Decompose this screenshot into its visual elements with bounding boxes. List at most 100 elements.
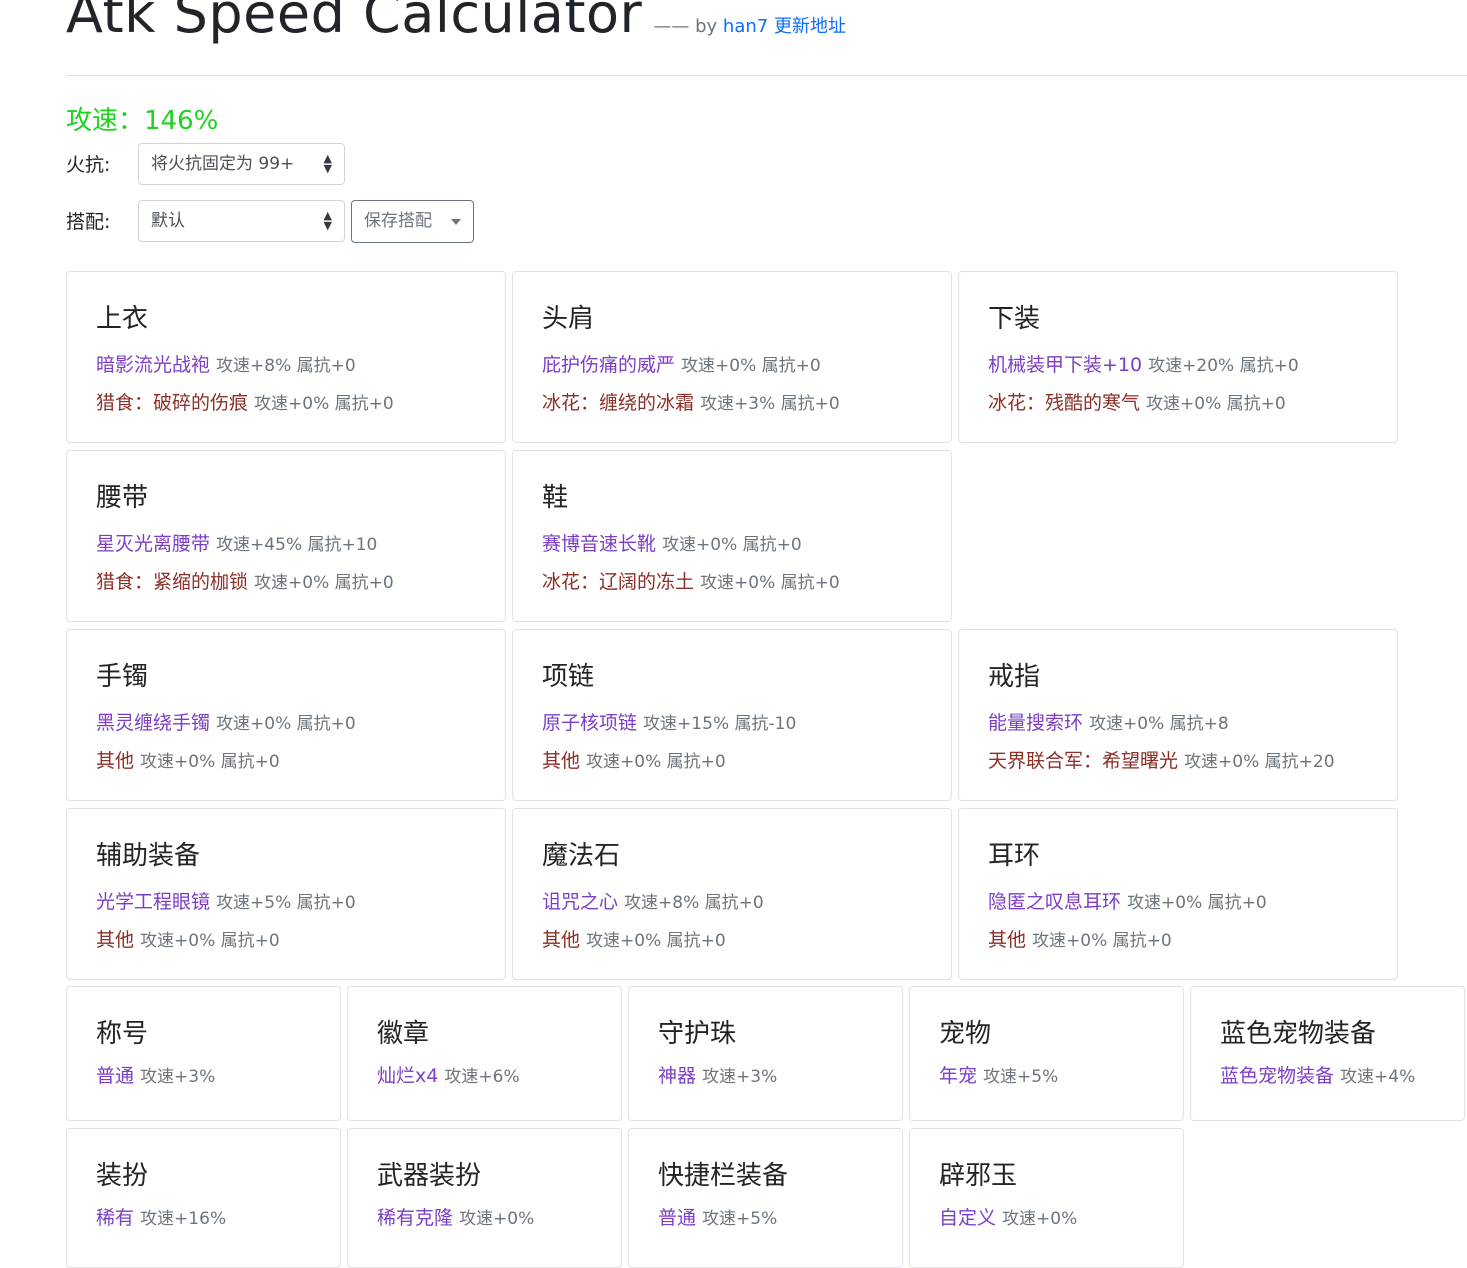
equip-line-2[interactable]: 其他 攻速+0% 属抗+0: [542, 922, 951, 960]
item-stat: 攻速+3% 属抗+0: [700, 394, 840, 414]
item-stat: 攻速+0% 属抗+0: [254, 394, 394, 414]
equip-line-1[interactable]: 年宠 攻速+5%: [939, 1058, 1183, 1096]
card-title: 耳环: [988, 841, 1041, 871]
equip-line-1[interactable]: 神器 攻速+3%: [658, 1058, 902, 1096]
item-stat: 攻速+0% 属抗+0: [1146, 394, 1286, 414]
divider: [66, 75, 1467, 76]
equip-card-ring[interactable]: 戒指 能量搜索环 攻速+0% 属抗+8 天界联合军：希望曙光 攻速+0% 属抗+…: [958, 629, 1398, 801]
equip-line-2[interactable]: 其他 攻速+0% 属抗+0: [96, 922, 505, 960]
save-preset-button[interactable]: 保存搭配: [351, 200, 474, 243]
card-title: 辟邪玉: [939, 1161, 1018, 1191]
item-name: 蓝色宠物装备: [1220, 1065, 1335, 1087]
card-title: 辅助装备: [96, 841, 201, 871]
card-avatar[interactable]: 装扮 稀有 攻速+16%: [66, 1128, 341, 1268]
equip-line-1[interactable]: 普通 攻速+3%: [96, 1058, 340, 1096]
card-jade[interactable]: 辟邪玉 自定义 攻速+0%: [909, 1128, 1184, 1268]
card-blue-pet-equip[interactable]: 蓝色宠物装备 蓝色宠物装备 攻速+4%: [1190, 986, 1465, 1121]
card-title-rank[interactable]: 称号 普通 攻速+3%: [66, 986, 341, 1121]
item-name: 星灭光离腰带: [96, 533, 211, 555]
item-stat: 攻速+8% 属抗+0: [216, 356, 356, 376]
item-name: 冰花：辽阔的冻土: [542, 571, 695, 593]
equip-card-magic-stone[interactable]: 魔法石 诅咒之心 攻速+8% 属抗+0 其他 攻速+0% 属抗+0: [512, 808, 952, 980]
card-title: 鞋: [542, 483, 569, 513]
item-stat: 攻速+0% 属抗+0: [681, 356, 821, 376]
equip-line-1[interactable]: 赛博音速长靴 攻速+0% 属抗+0: [542, 526, 951, 564]
item-name: 猎食：破碎的伤痕: [96, 392, 249, 414]
equip-line-2[interactable]: 其他 攻速+0% 属抗+0: [96, 743, 505, 781]
card-badge[interactable]: 徽章 灿烂x4 攻速+6%: [347, 986, 622, 1121]
card-weapon-avatar[interactable]: 武器装扮 稀有克隆 攻速+0%: [347, 1128, 622, 1268]
card-title: 快捷栏装备: [658, 1161, 789, 1191]
equip-line-1[interactable]: 自定义 攻速+0%: [939, 1200, 1183, 1238]
item-name: 冰花：缠绕的冰霜: [542, 392, 695, 414]
equip-line-1[interactable]: 隐匿之叹息耳环 攻速+0% 属抗+0: [988, 884, 1397, 922]
item-stat: 攻速+0% 属抗+0: [586, 752, 726, 772]
item-stat: 攻速+0% 属抗+20: [1184, 752, 1335, 772]
equip-line-1[interactable]: 暗影流光战袍 攻速+8% 属抗+0: [96, 347, 505, 385]
equip-card-bracelet[interactable]: 手镯 黑灵缠绕手镯 攻速+0% 属抗+0 其他 攻速+0% 属抗+0: [66, 629, 506, 801]
item-name: 普通: [658, 1207, 697, 1229]
equip-card-bottom[interactable]: 下装 机械装甲下装+10 攻速+20% 属抗+0 冰花：残酷的寒气 攻速+0% …: [958, 271, 1398, 443]
equip-line-2[interactable]: 其他 攻速+0% 属抗+0: [542, 743, 951, 781]
equip-line-2[interactable]: 冰花：辽阔的冻土 攻速+0% 属抗+0: [542, 564, 951, 602]
item-stat: 攻速+5%: [702, 1209, 778, 1229]
item-name: 自定义: [939, 1207, 997, 1229]
item-name: 其他: [96, 929, 135, 951]
item-stat: 攻速+0%: [1002, 1209, 1078, 1229]
equip-line-2[interactable]: 天界联合军：希望曙光 攻速+0% 属抗+20: [988, 743, 1397, 781]
equip-line-1[interactable]: 黑灵缠绕手镯 攻速+0% 属抗+0: [96, 705, 505, 743]
item-name: 其他: [988, 929, 1027, 951]
equip-card-support[interactable]: 辅助装备 光学工程眼镜 攻速+5% 属抗+0 其他 攻速+0% 属抗+0: [66, 808, 506, 980]
item-stat: 攻速+5%: [983, 1067, 1059, 1087]
item-name: 稀有: [96, 1207, 135, 1229]
item-stat: 攻速+0% 属抗+0: [1032, 931, 1172, 951]
item-stat: 攻速+0% 属抗+8: [1089, 714, 1229, 734]
item-name: 光学工程眼镜: [96, 891, 211, 913]
equip-card-top[interactable]: 上衣 暗影流光战袍 攻速+8% 属抗+0 猎食：破碎的伤痕 攻速+0% 属抗+0: [66, 271, 506, 443]
item-name: 神器: [658, 1065, 697, 1087]
equip-line-1[interactable]: 普通 攻速+5%: [658, 1200, 902, 1238]
equip-line-2[interactable]: 其他 攻速+0% 属抗+0: [988, 922, 1397, 960]
equip-line-1[interactable]: 灿烂x4 攻速+6%: [377, 1058, 621, 1096]
equip-line-1[interactable]: 光学工程眼镜 攻速+5% 属抗+0: [96, 884, 505, 922]
equip-card-necklace[interactable]: 项链 原子核项链 攻速+15% 属抗-10 其他 攻速+0% 属抗+0: [512, 629, 952, 801]
card-quickbar-equip[interactable]: 快捷栏装备 普通 攻速+5%: [628, 1128, 903, 1268]
item-stat: 攻速+6%: [444, 1067, 520, 1087]
author-link[interactable]: han7: [723, 16, 768, 37]
preset-select[interactable]: 默认 ▲ ▼: [138, 200, 345, 242]
byline-prefix: —— by: [653, 16, 718, 37]
equip-line-2[interactable]: 冰花：缠绕的冰霜 攻速+3% 属抗+0: [542, 385, 951, 423]
item-stat: 攻速+0% 属抗+0: [140, 931, 280, 951]
card-guard-bead[interactable]: 守护珠 神器 攻速+3%: [628, 986, 903, 1121]
card-title: 下装: [988, 304, 1041, 334]
equip-line-2[interactable]: 冰花：残酷的寒气 攻速+0% 属抗+0: [988, 385, 1397, 423]
equip-line-1[interactable]: 稀有克隆 攻速+0%: [377, 1200, 621, 1238]
equip-card-shoes[interactable]: 鞋 赛博音速长靴 攻速+0% 属抗+0 冰花：辽阔的冻土 攻速+0% 属抗+0: [512, 450, 952, 622]
equip-line-1[interactable]: 庇护伤痛的威严 攻速+0% 属抗+0: [542, 347, 951, 385]
equip-card-shoulder[interactable]: 头肩 庇护伤痛的威严 攻速+0% 属抗+0 冰花：缠绕的冰霜 攻速+3% 属抗+…: [512, 271, 952, 443]
item-name: 原子核项链: [542, 712, 638, 734]
equip-card-belt[interactable]: 腰带 星灭光离腰带 攻速+45% 属抗+10 猎食：紧缩的枷锁 攻速+0% 属抗…: [66, 450, 506, 622]
equip-line-1[interactable]: 蓝色宠物装备 攻速+4%: [1220, 1058, 1464, 1096]
item-stat: 攻速+16%: [140, 1209, 227, 1229]
card-title: 上衣: [96, 304, 149, 334]
card-title: 戒指: [988, 662, 1041, 692]
equip-line-1[interactable]: 机械装甲下装+10 攻速+20% 属抗+0: [988, 347, 1397, 385]
equip-line-1[interactable]: 稀有 攻速+16%: [96, 1200, 340, 1238]
update-link[interactable]: 更新地址: [774, 16, 846, 37]
fire-resist-select[interactable]: 将火抗固定为 99+ ▲ ▼: [138, 143, 345, 185]
item-name: 机械装甲下装+10: [988, 354, 1143, 376]
equip-line-2[interactable]: 猎食：紧缩的枷锁 攻速+0% 属抗+0: [96, 564, 505, 602]
card-pet[interactable]: 宠物 年宠 攻速+5%: [909, 986, 1184, 1121]
card-title: 徽章: [377, 1019, 430, 1049]
equip-line-2[interactable]: 猎食：破碎的伤痕 攻速+0% 属抗+0: [96, 385, 505, 423]
equip-line-1[interactable]: 能量搜索环 攻速+0% 属抗+8: [988, 705, 1397, 743]
item-stat: 攻速+0% 属抗+0: [140, 752, 280, 772]
equip-line-1[interactable]: 原子核项链 攻速+15% 属抗-10: [542, 705, 951, 743]
item-stat: 攻速+4%: [1340, 1067, 1416, 1087]
item-stat: 攻速+3%: [140, 1067, 216, 1087]
equip-line-1[interactable]: 星灭光离腰带 攻速+45% 属抗+10: [96, 526, 505, 564]
item-stat: 攻速+20% 属抗+0: [1148, 356, 1299, 376]
equip-card-earring[interactable]: 耳环 隐匿之叹息耳环 攻速+0% 属抗+0 其他 攻速+0% 属抗+0: [958, 808, 1398, 980]
equip-line-1[interactable]: 诅咒之心 攻速+8% 属抗+0: [542, 884, 951, 922]
